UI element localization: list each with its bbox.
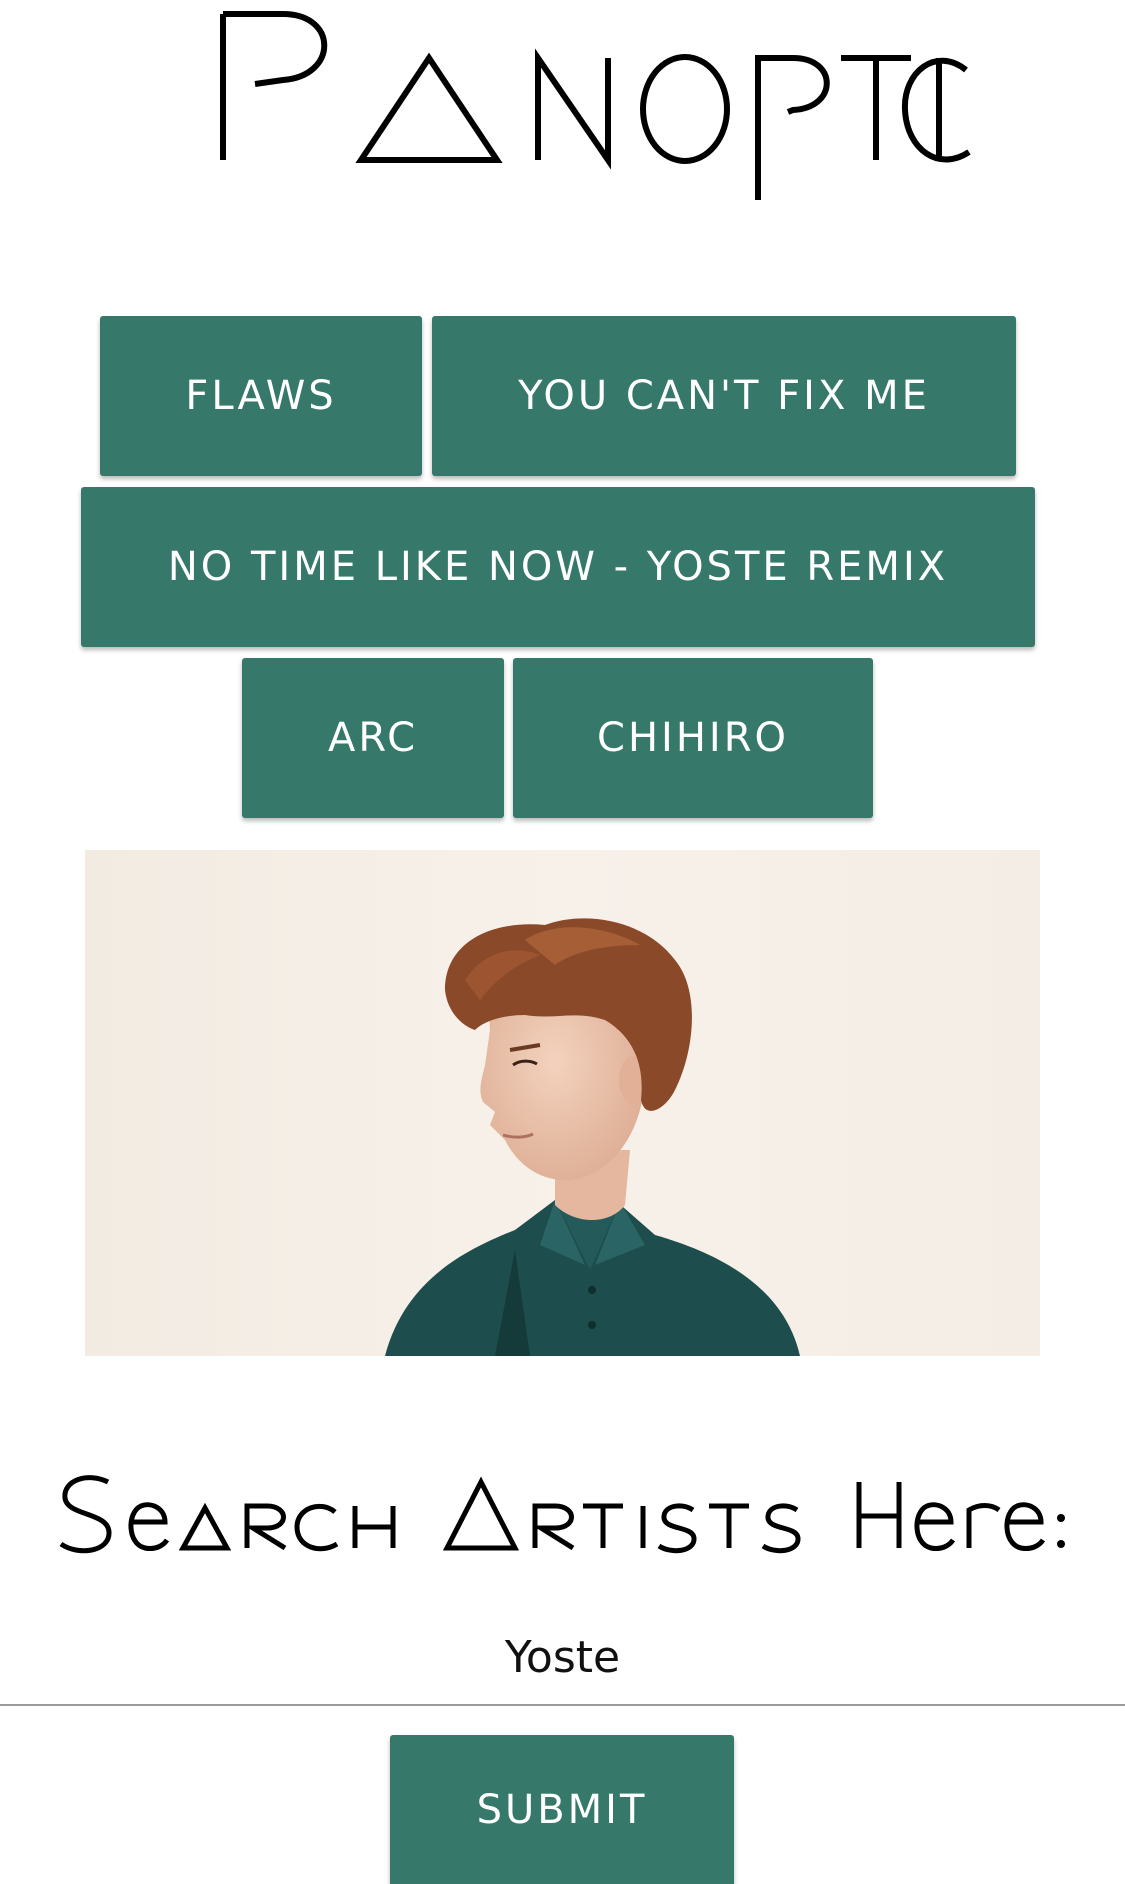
artist-search-input[interactable] [0, 1610, 1125, 1706]
track-button-flaws[interactable]: FLAWS [100, 316, 422, 476]
track-button-no-time-like-now[interactable]: NO TIME LIKE NOW - YOSTE REMIX [81, 487, 1035, 647]
app-logo [0, 0, 1125, 215]
search-heading [0, 1460, 1125, 1570]
page: FLAWS YOU CAN'T FIX ME NO TIME LIKE NOW … [0, 0, 1125, 1884]
submit-button[interactable]: SUBMIT [390, 1735, 734, 1884]
track-button-chihiro[interactable]: CHIHIRO [513, 658, 873, 818]
artist-photo [85, 850, 1040, 1356]
track-button-you-cant-fix-me[interactable]: YOU CAN'T FIX ME [432, 316, 1016, 476]
track-button-arc[interactable]: ARC [242, 658, 504, 818]
